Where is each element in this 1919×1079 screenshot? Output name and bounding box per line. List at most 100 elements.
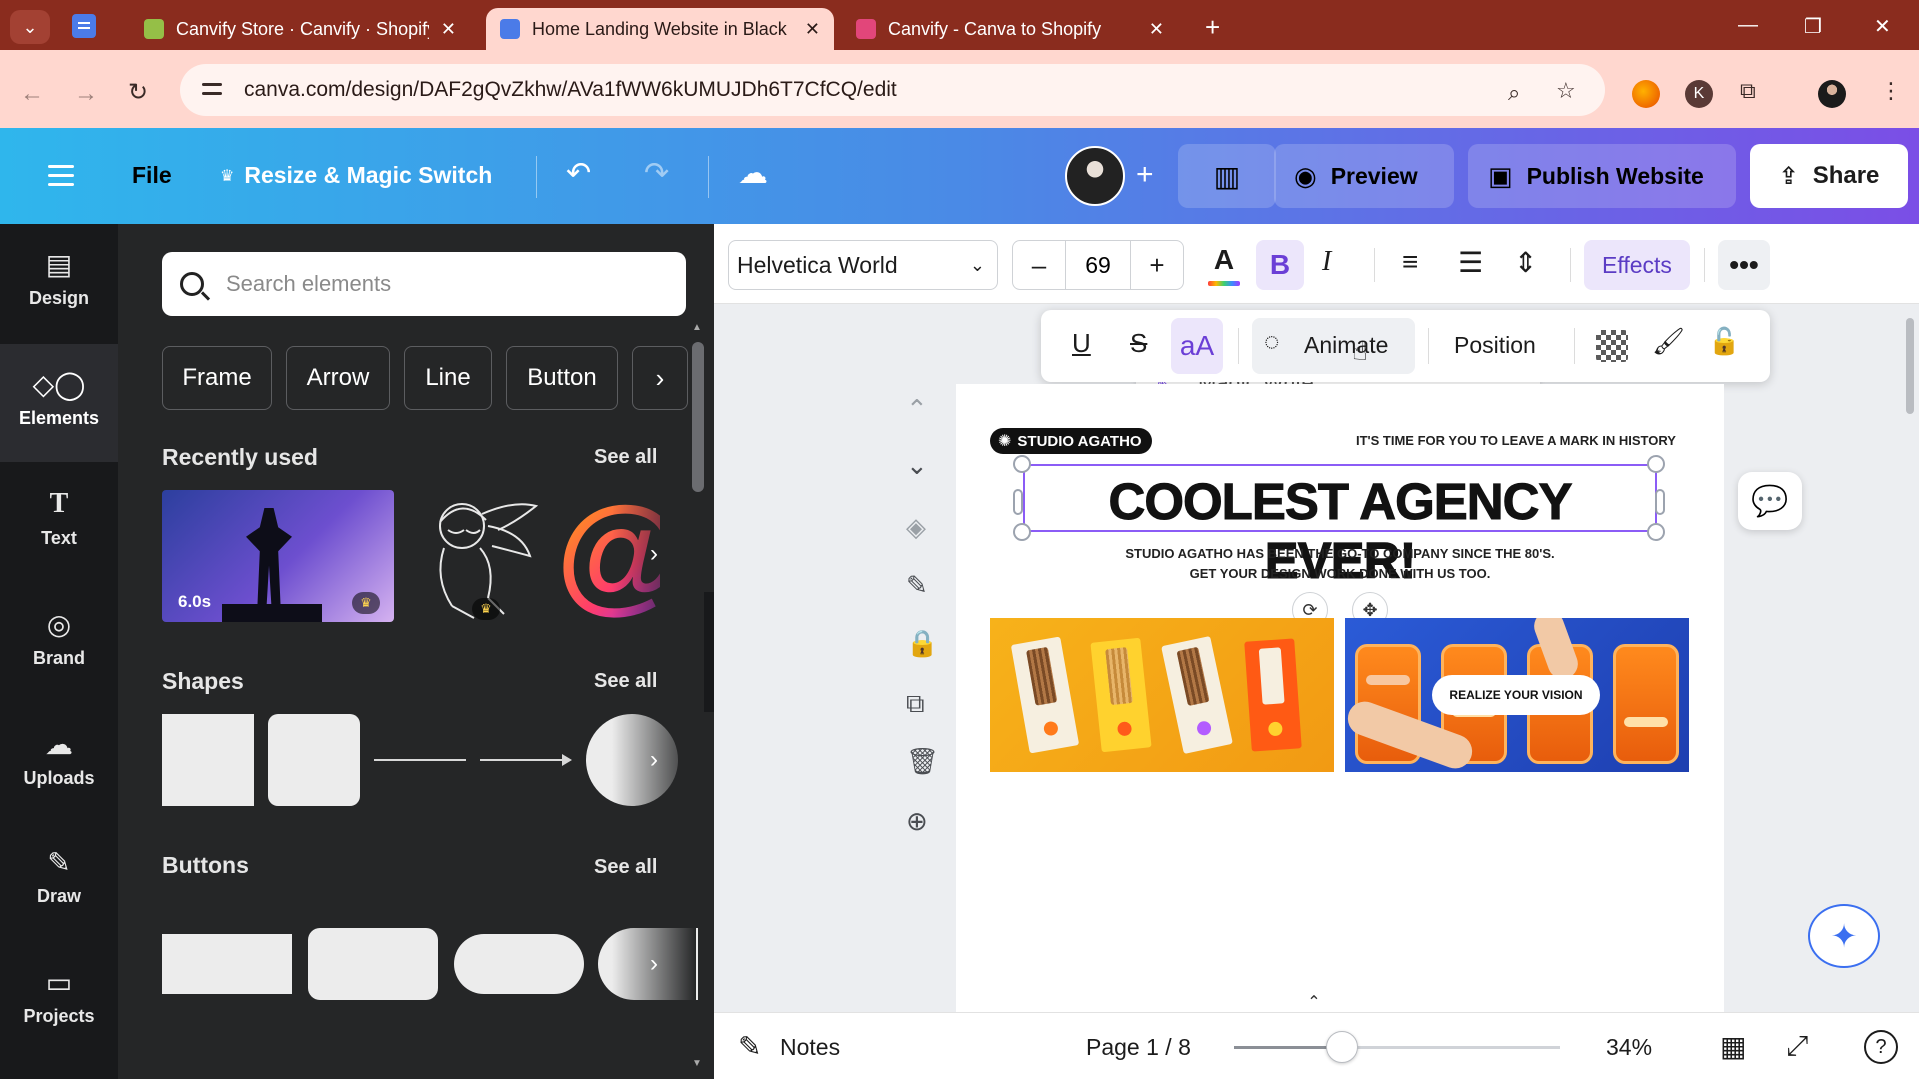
recent-video-thumbnail[interactable]: 6.0s ♛ xyxy=(162,490,394,622)
show-pages-toggle[interactable]: ⌃ xyxy=(1252,992,1376,1014)
rail-item-uploads[interactable]: ☁ Uploads xyxy=(0,704,118,804)
notes-icon[interactable]: ✎ xyxy=(738,1030,761,1063)
search-elements-box[interactable] xyxy=(162,252,686,316)
button-shape-square[interactable] xyxy=(162,934,292,994)
fullscreen-icon[interactable]: ⤢ xyxy=(1786,1030,1808,1063)
scroll-down-icon[interactable]: ▼ xyxy=(692,1058,702,1069)
zoom-level[interactable]: 34% xyxy=(1606,1034,1652,1061)
extension-orange-icon[interactable] xyxy=(1632,80,1660,108)
studio-agatho-badge[interactable]: ✺ STUDIO AGATHO xyxy=(990,428,1152,454)
page-indicator[interactable]: Page 1 / 8 xyxy=(1086,1034,1191,1061)
button-shape-pill[interactable] xyxy=(454,934,584,994)
zoom-slider-knob[interactable] xyxy=(1326,1031,1358,1063)
forward-arrow-icon[interactable]: → xyxy=(74,80,98,108)
underline-icon[interactable]: U xyxy=(1072,328,1091,359)
extensions-puzzle-icon[interactable]: ⧉ xyxy=(1740,78,1756,104)
resize-handle-left[interactable] xyxy=(1013,489,1023,515)
subline-text-2[interactable]: GET YOUR DESIGN WORK DONE WITH US TOO. xyxy=(1040,566,1640,581)
scroll-up-icon[interactable]: ▲ xyxy=(692,322,702,333)
reload-icon[interactable]: ↻ xyxy=(128,78,148,107)
recently-used-see-all[interactable]: See all xyxy=(594,446,657,469)
restore-icon[interactable]: ❐ xyxy=(1804,14,1822,39)
realize-vision-button[interactable]: REALIZE YOUR VISION xyxy=(1432,675,1600,715)
undo-icon[interactable]: ↶ xyxy=(566,156,591,191)
add-comment-icon[interactable]: 💬 xyxy=(1738,472,1802,530)
font-family-dropdown[interactable]: Helvetica World ⌄ xyxy=(728,240,998,290)
button-shape-rounded[interactable] xyxy=(308,928,438,1000)
resize-magic-switch-button[interactable]: ♛ Resize & Magic Switch xyxy=(220,162,492,189)
browser-menu-icon[interactable]: ⋮ xyxy=(1880,78,1902,104)
chip-frame[interactable]: Frame xyxy=(162,346,272,410)
insights-button[interactable]: ▥ xyxy=(1178,144,1276,208)
italic-icon[interactable]: I xyxy=(1322,246,1331,278)
position-button[interactable]: Position xyxy=(1454,332,1536,359)
shapes-see-all[interactable]: See all xyxy=(594,670,657,693)
redo-icon[interactable]: ↷ xyxy=(644,156,669,191)
rail-item-projects[interactable]: ▭ Projects xyxy=(0,942,118,1042)
page-up-icon[interactable]: ⌃ xyxy=(906,394,928,425)
letter-case-button[interactable]: aA xyxy=(1171,318,1223,374)
rail-item-elements[interactable]: ◇◯ Elements xyxy=(0,344,118,462)
increase-font-size-button[interactable]: + xyxy=(1131,250,1183,281)
buttons-see-all[interactable]: See all xyxy=(594,856,657,879)
search-input[interactable] xyxy=(226,271,666,297)
rail-item-design[interactable]: ▤ Design xyxy=(0,224,118,324)
align-center-icon[interactable]: ≡ xyxy=(1402,246,1418,278)
add-page-icon[interactable]: ⊕ xyxy=(906,806,928,837)
buttons-next-icon[interactable]: › xyxy=(634,944,674,984)
font-size-value[interactable]: 69 xyxy=(1065,240,1131,290)
publish-website-button[interactable]: ▣ Publish Website xyxy=(1468,144,1736,208)
strikethrough-icon[interactable]: S xyxy=(1130,328,1147,359)
magic-assistant-icon[interactable]: ✦ xyxy=(1808,904,1880,968)
preview-button[interactable]: ◉ Preview xyxy=(1274,144,1454,208)
grid-view-icon[interactable]: ▦ xyxy=(1720,1030,1746,1063)
shape-line[interactable] xyxy=(374,759,466,761)
new-tab-button[interactable]: + xyxy=(1205,12,1220,43)
tagline-text[interactable]: IT'S TIME FOR YOU TO LEAVE A MARK IN HIS… xyxy=(1356,433,1676,448)
notes-button[interactable]: Notes xyxy=(780,1034,840,1061)
help-icon[interactable]: ? xyxy=(1864,1030,1898,1064)
tab-close-icon[interactable]: ✕ xyxy=(805,19,820,40)
tab-close-icon[interactable]: ✕ xyxy=(1149,19,1164,40)
delete-page-icon[interactable]: 🗑 xyxy=(906,746,939,777)
recent-sketch-hero-thumbnail[interactable]: ♛ xyxy=(404,486,540,624)
incense-product-image[interactable] xyxy=(990,618,1334,772)
profile-avatar-icon[interactable] xyxy=(1818,80,1846,108)
tab-close-icon[interactable]: ✕ xyxy=(441,19,456,40)
lock-icon[interactable]: 🔓 xyxy=(1708,326,1740,357)
recent-next-icon[interactable]: › xyxy=(634,534,674,574)
subline-text-1[interactable]: STUDIO AGATHO HAS BEEN THE GO-TO COMPANY… xyxy=(1040,546,1640,561)
back-arrow-icon[interactable]: ← xyxy=(20,80,44,108)
lock-page-icon[interactable]: 🔒 xyxy=(906,628,938,659)
zoom-icon[interactable]: ⌕ xyxy=(1508,80,1520,106)
panel-scroll-thumb[interactable] xyxy=(692,342,704,492)
tab-search-button[interactable]: ⌄ xyxy=(10,10,50,44)
chip-arrow[interactable]: Arrow xyxy=(286,346,390,410)
browser-tab-canva-design[interactable]: Home Landing Website in Black ✕ xyxy=(486,8,834,50)
chip-line[interactable]: Line xyxy=(404,346,492,410)
paint-roller-icon[interactable]: 🖌 xyxy=(1652,326,1685,357)
browser-tab-shopify[interactable]: Canvify Store · Canvify · Shopify ✕ xyxy=(130,8,470,50)
minimize-icon[interactable]: — xyxy=(1738,14,1758,37)
extension-k-icon[interactable]: K xyxy=(1685,80,1713,108)
page-down-icon[interactable]: ⌄ xyxy=(906,450,928,481)
shape-square[interactable] xyxy=(162,714,254,806)
add-collaborator-button[interactable]: + xyxy=(1136,158,1154,192)
window-close-icon[interactable]: ✕ xyxy=(1874,14,1891,39)
rail-item-brand[interactable]: ◎ Brand xyxy=(0,584,118,684)
hide-page-icon[interactable]: ◈ xyxy=(906,512,926,543)
duplicate-page-icon[interactable]: ⧉ xyxy=(906,688,925,720)
decrease-font-size-button[interactable]: – xyxy=(1013,250,1065,281)
shapes-next-icon[interactable]: › xyxy=(634,740,674,780)
page-notes-icon[interactable]: ✎ xyxy=(906,570,928,601)
resize-handle-right[interactable] xyxy=(1655,489,1665,515)
bold-icon[interactable]: B xyxy=(1256,240,1304,290)
chip-button[interactable]: Button xyxy=(506,346,618,410)
pinned-tab-docs-icon[interactable] xyxy=(72,14,96,38)
bulleted-list-icon[interactable]: ☰ xyxy=(1458,246,1483,279)
more-options-icon[interactable]: ••• xyxy=(1718,240,1770,290)
transparency-icon[interactable] xyxy=(1596,330,1628,362)
rail-item-draw[interactable]: ✎ Draw xyxy=(0,822,118,922)
rail-item-text[interactable]: T Text xyxy=(0,464,118,564)
file-menu[interactable]: File xyxy=(132,162,172,189)
